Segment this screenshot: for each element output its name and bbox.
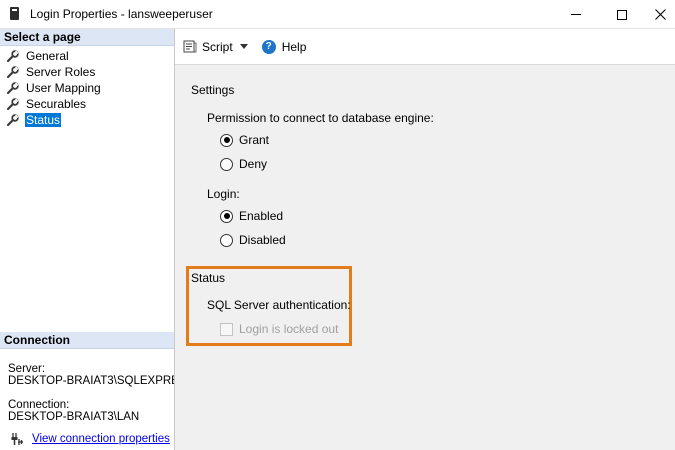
view-connection-properties-link[interactable]: View connection properties bbox=[32, 433, 170, 445]
disabled-label: Disabled bbox=[239, 233, 286, 247]
connection-label: Connection: bbox=[8, 399, 70, 411]
enabled-radio[interactable] bbox=[220, 209, 233, 223]
page-label: General bbox=[26, 49, 69, 63]
script-button[interactable]: Script bbox=[183, 40, 248, 54]
window-title: Login Properties - lansweeperuser bbox=[30, 7, 213, 21]
login-label: Login: bbox=[207, 187, 240, 201]
locked-out-checkbox bbox=[220, 322, 233, 336]
left-panel: Select a page General Server Roles User … bbox=[0, 29, 175, 450]
connection-section: Connection Server: DESKTOP-BRAIAT3\SQLEX… bbox=[0, 332, 174, 445]
grant-radio-option[interactable]: Grant bbox=[220, 133, 269, 147]
grant-radio[interactable] bbox=[220, 133, 233, 147]
locked-out-option: Login is locked out bbox=[220, 322, 338, 336]
chevron-down-icon[interactable] bbox=[239, 44, 248, 49]
help-button[interactable]: ? Help bbox=[261, 39, 307, 54]
maximize-button[interactable] bbox=[599, 0, 645, 29]
toolbar: Script ? Help bbox=[175, 29, 675, 65]
page-label: Server Roles bbox=[26, 65, 96, 79]
wrench-icon bbox=[6, 49, 19, 62]
page-item-user-mapping[interactable]: User Mapping bbox=[0, 80, 174, 96]
deny-label: Deny bbox=[239, 157, 268, 171]
plug-icon bbox=[11, 433, 23, 445]
page-item-status[interactable]: Status bbox=[0, 112, 174, 128]
wrench-icon bbox=[6, 113, 19, 126]
view-connection-row: View connection properties bbox=[10, 432, 170, 446]
page-item-general[interactable]: General bbox=[0, 48, 174, 64]
page-label: Securables bbox=[26, 97, 87, 111]
page-label: Status bbox=[25, 113, 62, 127]
grant-label: Grant bbox=[239, 133, 270, 147]
select-page-header: Select a page bbox=[0, 29, 174, 46]
status-title: Status bbox=[191, 271, 226, 285]
minimize-button[interactable] bbox=[553, 0, 599, 29]
maximize-icon bbox=[617, 9, 627, 20]
app-icon bbox=[10, 7, 19, 20]
server-label: Server: bbox=[8, 363, 46, 375]
wrench-icon bbox=[6, 81, 19, 94]
disabled-radio[interactable] bbox=[220, 233, 233, 247]
enabled-radio-option[interactable]: Enabled bbox=[220, 209, 283, 223]
connection-details: Server: DESKTOP-BRAIAT3\SQLEXPRESS Conne… bbox=[0, 349, 174, 423]
sql-auth-label: SQL Server authentication: bbox=[207, 298, 351, 312]
title-bar: Login Properties - lansweeperuser bbox=[0, 0, 675, 29]
page-list: General Server Roles User Mapping Secura… bbox=[0, 46, 174, 128]
connection-header: Connection bbox=[0, 332, 174, 349]
settings-title: Settings bbox=[191, 83, 235, 97]
server-value: DESKTOP-BRAIAT3\SQLEXPRESS bbox=[8, 375, 174, 387]
connection-value: DESKTOP-BRAIAT3\LAN bbox=[8, 411, 140, 423]
close-icon bbox=[654, 9, 666, 20]
page-item-securables[interactable]: Securables bbox=[0, 96, 174, 112]
deny-radio[interactable] bbox=[220, 157, 233, 171]
help-icon: ? bbox=[261, 39, 276, 54]
enabled-label: Enabled bbox=[239, 209, 284, 223]
page-item-server-roles[interactable]: Server Roles bbox=[0, 64, 174, 80]
help-label: Help bbox=[281, 39, 307, 54]
disabled-radio-option[interactable]: Disabled bbox=[220, 233, 286, 247]
page-label: User Mapping bbox=[26, 81, 101, 95]
wrench-icon bbox=[6, 65, 19, 78]
minimize-icon bbox=[571, 14, 581, 15]
permission-label: Permission to connect to database engine… bbox=[207, 111, 434, 125]
wrench-icon bbox=[6, 97, 19, 110]
script-icon bbox=[183, 40, 197, 53]
script-label: Script bbox=[202, 39, 233, 54]
right-panel: Script ? Help Settings Permission to con… bbox=[175, 29, 675, 450]
deny-radio-option[interactable]: Deny bbox=[220, 157, 267, 171]
locked-out-label: Login is locked out bbox=[239, 322, 339, 336]
close-button[interactable] bbox=[645, 0, 675, 29]
